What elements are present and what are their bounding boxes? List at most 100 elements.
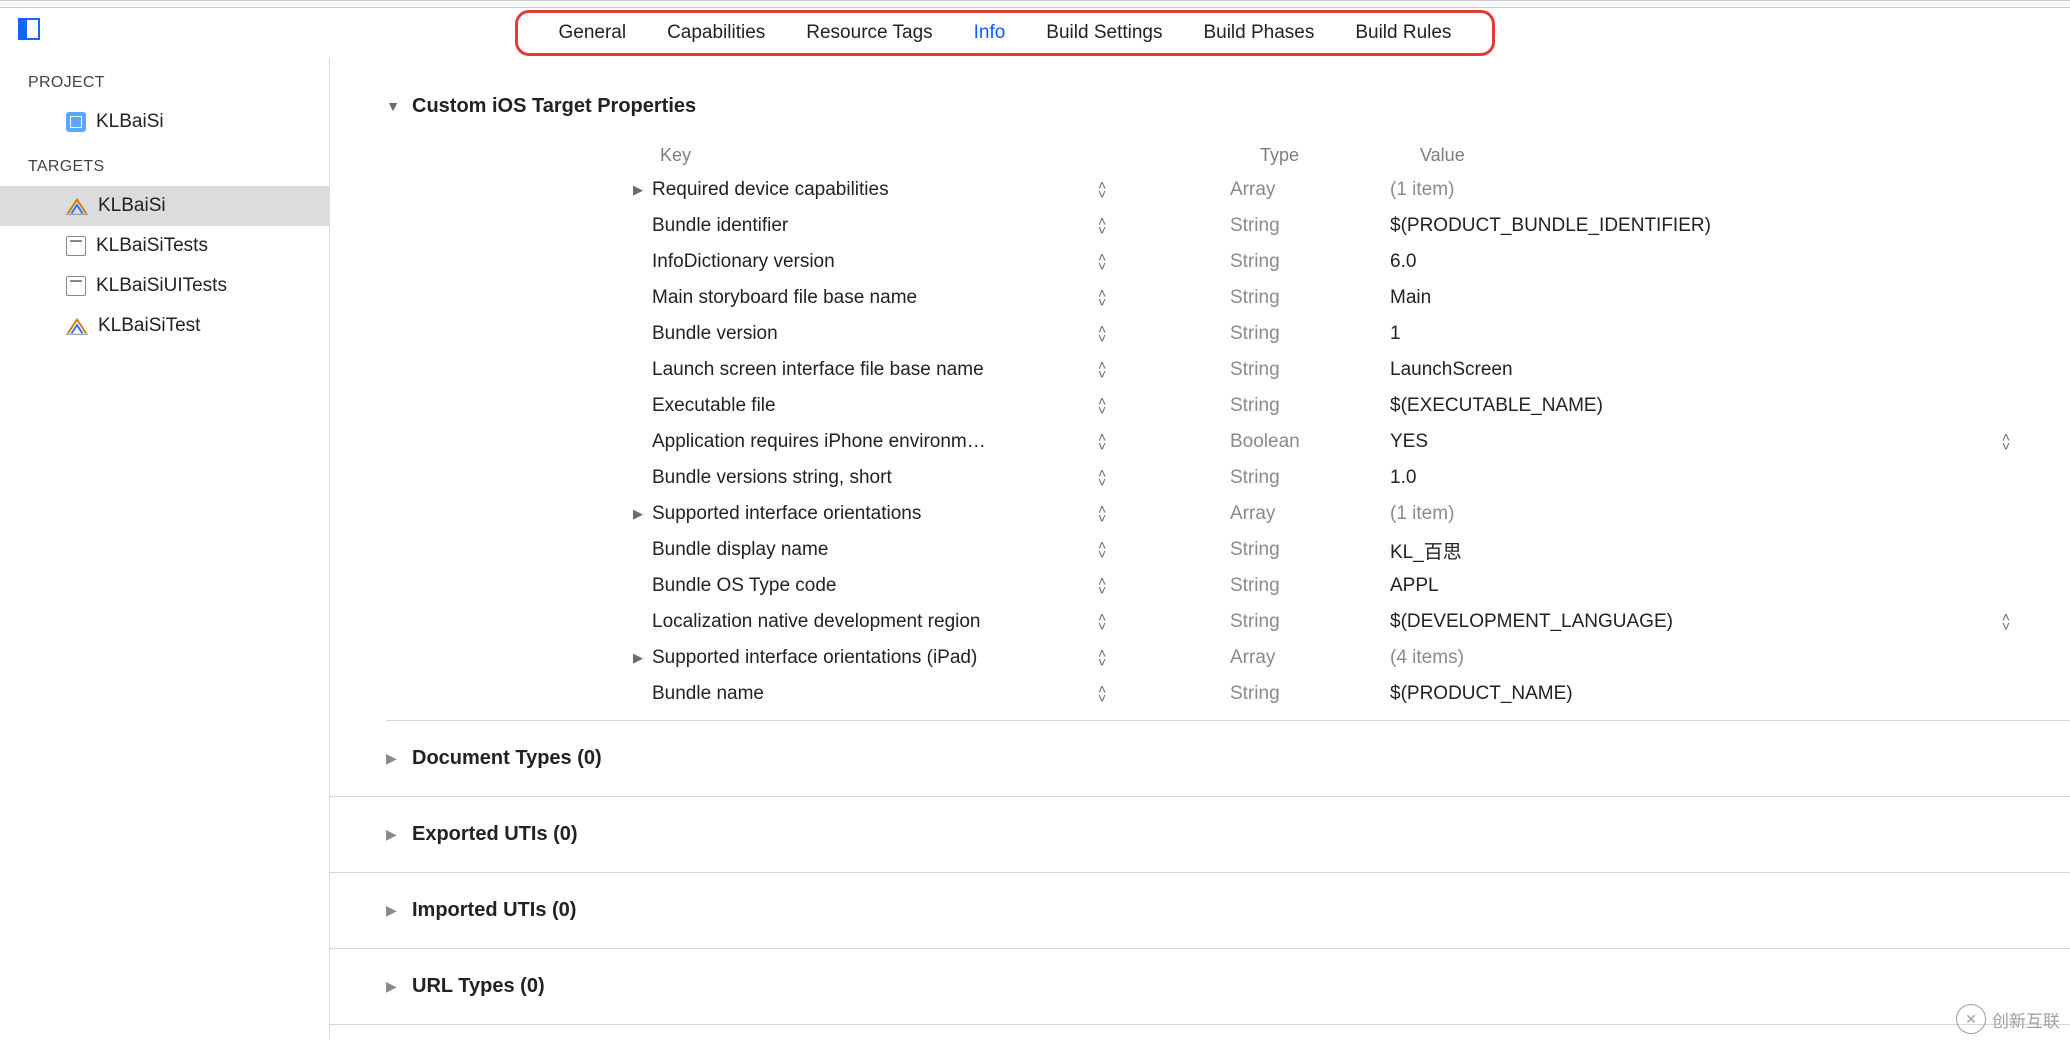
sidebar-target-row[interactable]: KLBaiSiUITests [0, 266, 329, 306]
stepper-icon[interactable]: ˄˅ [1098, 325, 1106, 343]
plist-key: Bundle OS Type code [652, 575, 1092, 597]
plist-row[interactable]: Executable file˄˅String$(EXECUTABLE_NAME… [330, 388, 2070, 424]
collapsed-section[interactable]: ▶Exported UTIs (0) [330, 797, 2070, 873]
plist-row[interactable]: ▶Supported interface orientations˄˅Array… [330, 496, 2070, 532]
disclosure-triangle-icon[interactable]: ▶ [630, 182, 646, 198]
plist-row[interactable]: Bundle OS Type code˄˅StringAPPL [330, 568, 2070, 604]
tab-build-settings[interactable]: Build Settings [1036, 18, 1172, 48]
sidebar-project-row[interactable]: KLBaiSi [0, 102, 329, 142]
plist-key: Bundle version [652, 323, 1092, 345]
plist-value[interactable]: 1.0 [1390, 467, 2070, 489]
plist-key: Supported interface orientations (iPad) [652, 647, 1092, 669]
stepper-icon[interactable]: ˄˅ [2002, 433, 2010, 451]
plist-type: String [1230, 395, 1390, 417]
stepper-icon[interactable]: ˄˅ [1098, 253, 1106, 271]
plist-value[interactable]: LaunchScreen [1390, 359, 2070, 381]
disclosure-triangle-icon[interactable]: ▶ [386, 750, 400, 767]
tab-general[interactable]: General [548, 18, 636, 48]
plist-value[interactable]: APPL [1390, 575, 2070, 597]
stepper-icon[interactable]: ˄˅ [1098, 577, 1106, 595]
tab-resource-tags[interactable]: Resource Tags [796, 18, 942, 48]
plist-type: String [1230, 683, 1390, 705]
collapsed-section[interactable]: ▶Imported UTIs (0) [330, 873, 2070, 949]
sidebar-target-row[interactable]: KLBaiSiTest [0, 306, 329, 346]
watermark: ✕ 创新互联 [1956, 1004, 2060, 1034]
plist-value[interactable]: 1 [1390, 323, 2070, 345]
plist-row[interactable]: Main storyboard file base name˄˅StringMa… [330, 280, 2070, 316]
plist-type: Array [1230, 647, 1390, 669]
plist-table: Key Type Value ▶Required device capabili… [330, 138, 2070, 712]
stepper-icon[interactable]: ˄˅ [1098, 361, 1106, 379]
plist-type: String [1230, 359, 1390, 381]
plist-value[interactable]: $(EXECUTABLE_NAME) [1390, 395, 2070, 417]
disclosure-triangle-icon[interactable]: ▶ [386, 902, 400, 919]
stepper-icon[interactable]: ˄˅ [1098, 541, 1106, 559]
stepper-icon[interactable]: ˄˅ [1098, 649, 1106, 667]
stepper-icon[interactable]: ˄˅ [1098, 217, 1106, 235]
plist-row[interactable]: Localization native development region ˄˅… [330, 604, 2070, 640]
plist-type: Boolean [1230, 431, 1390, 453]
stepper-icon[interactable]: ˄˅ [1098, 613, 1106, 631]
plist-row[interactable]: Bundle name ˄˅ String$(PRODUCT_NAME) [330, 676, 2070, 712]
disclosure-triangle-icon[interactable]: ▶ [386, 826, 400, 843]
stepper-icon[interactable]: ˄˅ [1098, 181, 1106, 199]
app-target-icon [66, 316, 88, 336]
stepper-icon[interactable]: ˄˅ [1098, 685, 1106, 703]
plist-row[interactable]: Application requires iPhone environm… ˄˅ B… [330, 424, 2070, 460]
tab-build-phases[interactable]: Build Phases [1193, 18, 1324, 48]
plist-row[interactable]: ▶Required device capabilities˄˅Array(1 i… [330, 172, 2070, 208]
navigator-panel-icon[interactable] [18, 18, 40, 40]
plist-row[interactable]: Launch screen interface file base name ˄˅… [330, 352, 2070, 388]
stepper-icon[interactable]: ˄˅ [1098, 289, 1106, 307]
disclosure-triangle-icon[interactable]: ▼ [386, 98, 400, 114]
plist-value[interactable]: $(PRODUCT_NAME) [1390, 683, 2070, 705]
plist-key: Main storyboard file base name [652, 287, 1092, 309]
top-toolbar-strip [0, 0, 2070, 8]
plist-type: String [1230, 467, 1390, 489]
tab-build-rules[interactable]: Build Rules [1345, 18, 1461, 48]
sidebar-target-row[interactable]: KLBaiSi [0, 186, 329, 226]
watermark-logo-icon: ✕ [1956, 1004, 1986, 1034]
plist-key: Application requires iPhone environm… [652, 431, 1092, 453]
plist-key: Localization native development region [652, 611, 1092, 633]
plist-row[interactable]: ▶ Supported interface orientations (iPad)… [330, 640, 2070, 676]
collapsed-section-title: URL Types (0) [412, 975, 545, 998]
disclosure-triangle-icon[interactable]: ▶ [630, 506, 646, 522]
collapsed-section[interactable]: ▶Document Types (0) [330, 721, 2070, 797]
plist-row[interactable]: Bundle display name˄˅StringKL_百思 [330, 532, 2070, 568]
editor-main: ▼ Custom iOS Target Properties Key Type … [330, 62, 2070, 1040]
plist-row[interactable]: InfoDictionary version˄˅String6.0 [330, 244, 2070, 280]
plist-value[interactable]: (1 item) [1390, 503, 2070, 525]
plist-section-title: Custom iOS Target Properties [412, 95, 696, 118]
plist-row[interactable]: Bundle versions string, short˄˅String1.0 [330, 460, 2070, 496]
plist-row[interactable]: Bundle version ˄˅ String1 [330, 316, 2070, 352]
plist-key: Launch screen interface file base name [652, 359, 1092, 381]
plist-key: Bundle name [652, 683, 1092, 705]
stepper-icon[interactable]: ˄˅ [1098, 433, 1106, 451]
stepper-icon[interactable]: ˄˅ [1098, 397, 1106, 415]
stepper-icon[interactable]: ˄˅ [1098, 505, 1106, 523]
stepper-icon[interactable]: ˄˅ [2002, 613, 2010, 631]
plist-value[interactable]: (1 item) [1390, 179, 2070, 201]
plist-value[interactable]: YES˄˅ [1390, 431, 2070, 453]
plist-type: String [1230, 323, 1390, 345]
stepper-icon[interactable]: ˄˅ [1098, 469, 1106, 487]
plist-row[interactable]: Bundle identifier˄˅String$(PRODUCT_BUNDL… [330, 208, 2070, 244]
plist-value[interactable]: KL_百思 [1390, 537, 2070, 564]
sidebar-target-row[interactable]: KLBaiSiTests [0, 226, 329, 266]
tab-capabilities[interactable]: Capabilities [657, 18, 775, 48]
plist-value[interactable]: (4 items) [1390, 647, 2070, 669]
plist-value[interactable]: $(DEVELOPMENT_LANGUAGE)˄˅ [1390, 611, 2070, 633]
plist-type: Array [1230, 503, 1390, 525]
plist-section-header[interactable]: ▼ Custom iOS Target Properties [330, 86, 2070, 126]
plist-value[interactable]: $(PRODUCT_BUNDLE_IDENTIFIER) [1390, 215, 2070, 237]
disclosure-triangle-icon[interactable]: ▶ [630, 650, 646, 666]
plist-column-headers: Key Type Value [330, 138, 2070, 172]
disclosure-triangle-icon[interactable]: ▶ [386, 978, 400, 995]
collapsed-section[interactable]: ▶ URL Types (0) [330, 949, 2070, 1025]
sidebar-section-targets: TARGETS [0, 142, 329, 186]
plist-value[interactable]: 6.0 [1390, 251, 2070, 273]
tab-info[interactable]: Info [964, 18, 1016, 48]
plist-key: Bundle identifier [652, 215, 1092, 237]
plist-value[interactable]: Main [1390, 287, 2070, 309]
